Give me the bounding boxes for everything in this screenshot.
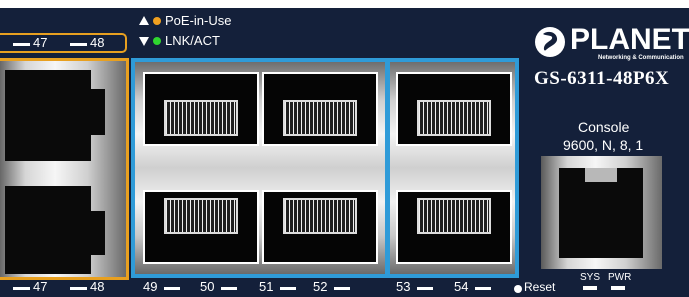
led-54: [475, 287, 491, 290]
planet-tagline: Networking & Communication: [598, 55, 684, 61]
console-settings: 9600, N, 8, 1: [563, 137, 644, 153]
sys-led: [583, 286, 597, 290]
port-47-bottom-label: 47: [33, 279, 48, 294]
led-48-bottom: [70, 287, 87, 290]
console-label: Console: [578, 119, 630, 135]
poe-in-use-label: PoE-in-Use: [165, 13, 232, 28]
port-48-top-label: 48: [90, 35, 105, 50]
rj45-port-group-47-48: [0, 58, 129, 280]
sfp-port-54[interactable]: [396, 190, 512, 264]
triangle-down-icon: [139, 37, 149, 46]
led-51: [280, 287, 296, 290]
port-48-bottom-label: 48: [90, 279, 105, 294]
reset-label: Reset: [524, 280, 556, 294]
led-50: [221, 287, 237, 290]
led-47-bottom: [13, 287, 30, 290]
rj45-port-48-latch: [91, 211, 105, 255]
reset-button[interactable]: [514, 285, 522, 293]
console-port-housing: [541, 156, 662, 269]
model-name: GS-6311-48P6X: [534, 68, 670, 89]
port-52-label: 52: [313, 279, 328, 294]
sfp-port-group-53-54: [386, 58, 519, 278]
led-47-top: [13, 43, 30, 46]
planet-globe-icon: [535, 27, 565, 57]
planet-wordmark: PLANET: [570, 23, 689, 56]
port-51-label: 51: [259, 279, 274, 294]
port-49-label: 49: [143, 279, 158, 294]
lnk-indicator-dot: [153, 37, 161, 45]
port-50-label: 50: [200, 279, 215, 294]
poe-indicator-dot: [153, 17, 161, 25]
pwr-led: [611, 286, 625, 290]
sfp-port-50[interactable]: [262, 72, 378, 146]
planet-logo: PLANET Networking & Communication: [530, 24, 689, 68]
led-49: [164, 287, 180, 290]
sfp-port-49[interactable]: [143, 72, 259, 146]
sfp-port-53[interactable]: [396, 72, 512, 146]
port-47-top-label: 47: [33, 35, 48, 50]
led-48-top: [70, 43, 87, 46]
port-54-label: 54: [454, 279, 469, 294]
sys-led-label: SYS: [580, 272, 601, 283]
lnk-act-label: LNK/ACT: [165, 33, 220, 48]
rj45-port-48[interactable]: [5, 186, 91, 274]
port-53-label: 53: [396, 279, 411, 294]
led-52: [334, 287, 350, 290]
rj45-port-47-latch: [91, 89, 105, 135]
pwr-led-label: PWR: [608, 272, 632, 283]
triangle-up-icon: [139, 16, 149, 25]
rj45-port-47[interactable]: [5, 70, 91, 161]
sfp-port-51[interactable]: [143, 190, 259, 264]
sfp-port-52[interactable]: [262, 190, 378, 264]
sfp-port-group-49-52: [131, 58, 389, 278]
led-53: [417, 287, 433, 290]
